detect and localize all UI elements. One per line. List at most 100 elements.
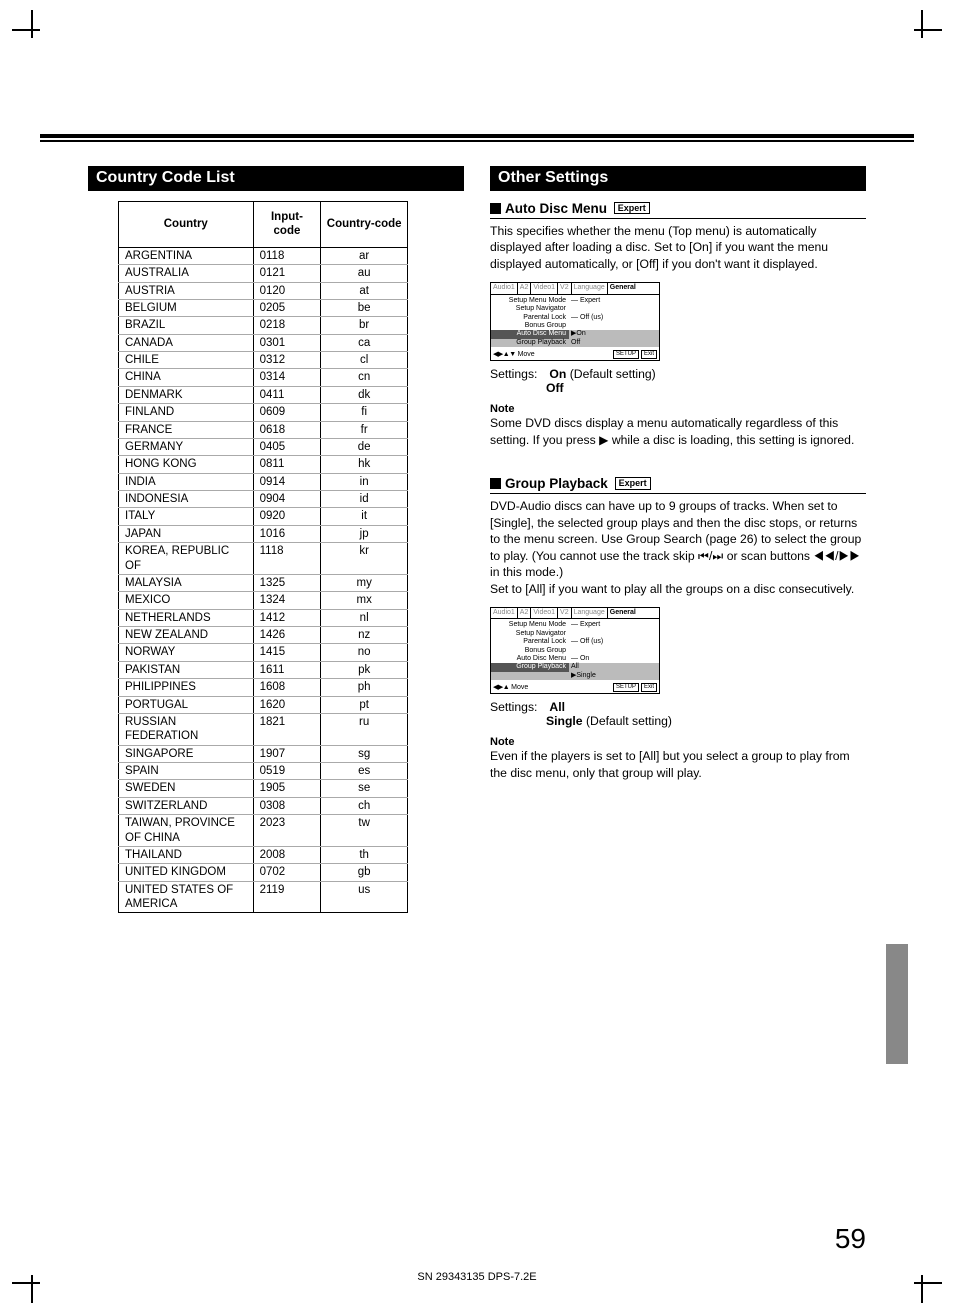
osd-auto-disc-menu: Audio1A2Video1V2LanguageGeneralSetup Men… xyxy=(490,282,660,361)
table-cell: 1016 xyxy=(253,525,321,542)
table-cell: 2008 xyxy=(253,846,321,863)
osd-tab: Video1 xyxy=(531,608,558,618)
table-cell: id xyxy=(321,491,408,508)
osd-tab: Language xyxy=(572,608,608,618)
table-cell: 0118 xyxy=(253,247,321,264)
table-cell: at xyxy=(321,282,408,299)
right-column: Other Settings Auto Disc Menu Expert Thi… xyxy=(490,166,866,913)
table-row: TAIWAN, PROVINCE OF CHINA2023tw xyxy=(119,815,408,847)
settings-label: Settings: xyxy=(490,367,546,381)
table-cell: RUSSIAN FEDERATION xyxy=(119,713,254,745)
table-cell: 0702 xyxy=(253,864,321,881)
table-cell: INDIA xyxy=(119,473,254,490)
table-row: AUSTRIA0120at xyxy=(119,282,408,299)
table-row: RUSSIAN FEDERATION1821ru xyxy=(119,713,408,745)
group-playback-paragraph: DVD-Audio discs can have up to 9 groups … xyxy=(490,498,866,597)
setting-off: Off xyxy=(546,381,564,395)
table-cell: 0312 xyxy=(253,352,321,369)
table-header: Input-code xyxy=(253,202,321,248)
table-cell: fr xyxy=(321,421,408,438)
table-row: GERMANY0405de xyxy=(119,438,408,455)
table-row: SINGAPORE1907sg xyxy=(119,745,408,762)
rule xyxy=(490,218,866,219)
auto-disc-paragraph: This specifies whether the menu (Top men… xyxy=(490,223,866,272)
table-row: THAILAND2008th xyxy=(119,846,408,863)
table-cell: BRAZIL xyxy=(119,317,254,334)
table-row: SWEDEN1905se xyxy=(119,780,408,797)
table-cell: 0519 xyxy=(253,763,321,780)
table-cell: INDONESIA xyxy=(119,491,254,508)
osd-tab: A2 xyxy=(518,608,532,618)
table-cell: 0314 xyxy=(253,369,321,386)
table-cell: es xyxy=(321,763,408,780)
osd-row: Setup Menu Mode— Expert xyxy=(491,297,659,305)
table-cell: 1412 xyxy=(253,609,321,626)
table-cell: CHINA xyxy=(119,369,254,386)
table-cell: UNITED KINGDOM xyxy=(119,864,254,881)
table-cell: BELGIUM xyxy=(119,299,254,316)
left-column: Country Code List CountryInput-codeCount… xyxy=(88,166,464,913)
osd-tab: Audio1 xyxy=(491,283,518,293)
table-cell: AUSTRALIA xyxy=(119,265,254,282)
osd-exit-button: Exit xyxy=(641,683,657,692)
table-cell: SINGAPORE xyxy=(119,745,254,762)
osd-move-hint: ◀▶▲▼ Move xyxy=(493,351,535,359)
table-cell: 0218 xyxy=(253,317,321,334)
table-cell: 0904 xyxy=(253,491,321,508)
osd-tab: V2 xyxy=(558,283,572,293)
table-row: SPAIN0519es xyxy=(119,763,408,780)
osd-tab: V2 xyxy=(558,608,572,618)
table-cell: my xyxy=(321,574,408,591)
table-cell: jp xyxy=(321,525,408,542)
table-cell: SWEDEN xyxy=(119,780,254,797)
table-cell: pt xyxy=(321,696,408,713)
auto-disc-settings: Settings: On (Default setting) xyxy=(490,367,866,381)
table-cell: SWITZERLAND xyxy=(119,797,254,814)
osd-tab: Video1 xyxy=(531,283,558,293)
table-cell: ru xyxy=(321,713,408,745)
table-cell: PORTUGAL xyxy=(119,696,254,713)
table-cell: fi xyxy=(321,404,408,421)
osd-row: ▶Single xyxy=(491,672,659,680)
osd-row: Parental Lock— Off (us) xyxy=(491,638,659,646)
table-row: DENMARK0411dk xyxy=(119,386,408,403)
page-number: 59 xyxy=(835,1223,866,1255)
table-cell: 1118 xyxy=(253,543,321,575)
table-cell: 1620 xyxy=(253,696,321,713)
table-row: MALAYSIA1325my xyxy=(119,574,408,591)
table-row: BRAZIL0218br xyxy=(119,317,408,334)
table-cell: 0121 xyxy=(253,265,321,282)
table-cell: 0920 xyxy=(253,508,321,525)
table-cell: GERMANY xyxy=(119,438,254,455)
table-row: INDIA0914in xyxy=(119,473,408,490)
setting-single: Single xyxy=(546,714,583,728)
table-row: MEXICO1324mx xyxy=(119,592,408,609)
table-cell: au xyxy=(321,265,408,282)
table-row: HONG KONG0811hk xyxy=(119,456,408,473)
section-title-other-settings: Other Settings xyxy=(490,166,866,191)
table-cell: AUSTRIA xyxy=(119,282,254,299)
table-cell: 0301 xyxy=(253,334,321,351)
table-cell: th xyxy=(321,846,408,863)
note-heading: Note xyxy=(490,403,866,415)
setting-on: On xyxy=(549,367,566,381)
table-cell: ARGENTINA xyxy=(119,247,254,264)
table-cell: pk xyxy=(321,661,408,678)
table-header: Country-code xyxy=(321,202,408,248)
table-cell: gb xyxy=(321,864,408,881)
table-cell: 0405 xyxy=(253,438,321,455)
table-cell: 0609 xyxy=(253,404,321,421)
table-cell: ITALY xyxy=(119,508,254,525)
top-rule xyxy=(40,134,914,142)
table-cell: 2119 xyxy=(253,881,321,913)
table-cell: 0811 xyxy=(253,456,321,473)
osd-tab: General xyxy=(608,608,638,618)
osd-row: Parental Lock— Off (us) xyxy=(491,314,659,322)
table-cell: 1426 xyxy=(253,627,321,644)
table-cell: ca xyxy=(321,334,408,351)
table-cell: 0308 xyxy=(253,797,321,814)
table-cell: mx xyxy=(321,592,408,609)
table-cell: hk xyxy=(321,456,408,473)
section-title-country-code: Country Code List xyxy=(88,166,464,191)
table-cell: ph xyxy=(321,679,408,696)
